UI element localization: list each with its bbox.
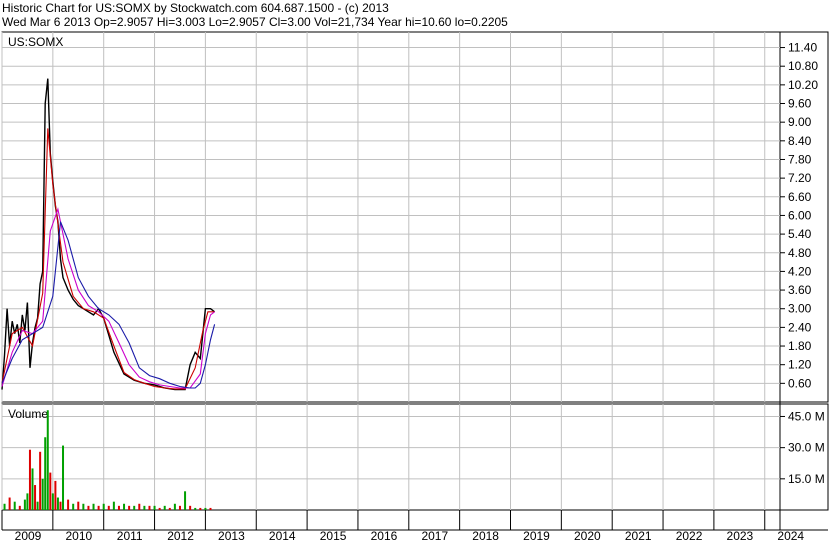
volume-bar (8, 497, 11, 510)
price-y-tick-label: 10.20 (788, 78, 818, 92)
x-tick-label: 2021 (625, 529, 652, 543)
volume-bar (173, 503, 176, 510)
volume-bar (56, 497, 59, 510)
volume-bar (34, 485, 37, 510)
volume-bar (62, 445, 65, 510)
price-y-tick-label: 7.20 (788, 171, 812, 185)
volume-bar (153, 505, 156, 510)
x-tick-label: 2015 (320, 529, 347, 543)
stock-chart-window: Historic Chart for US:SOMX by Stockwatch… (0, 0, 830, 543)
volume-bar (97, 505, 100, 510)
volume-bar (72, 503, 75, 510)
volume-bar (36, 501, 39, 510)
x-tick-label: 2020 (574, 529, 601, 543)
volume-y-tick-label: 15.0 M (788, 472, 825, 486)
volume-bar (148, 505, 151, 510)
x-tick-label: 2019 (523, 529, 550, 543)
price-panel-label: US:SOMX (8, 35, 63, 49)
volume-bar (123, 503, 126, 510)
x-tick-label: 2011 (117, 529, 143, 543)
price-y-tick-label: 3.60 (788, 283, 812, 297)
volume-bar (13, 501, 16, 510)
volume-bar (46, 410, 49, 510)
x-tick-label: 2018 (472, 529, 499, 543)
volume-bar (168, 507, 171, 510)
moving-average-long-line (1, 221, 216, 389)
volume-bar (92, 503, 95, 510)
price-y-tick-label: 9.00 (788, 115, 812, 129)
volume-bar (204, 507, 207, 510)
volume-bar (117, 505, 120, 510)
volume-bar (199, 507, 202, 510)
volume-bar (133, 505, 136, 510)
x-tick-label: 2013 (218, 529, 245, 543)
volume-bar (26, 493, 29, 510)
x-tick-label: 2023 (727, 529, 754, 543)
volume-panel-frame (1, 403, 829, 511)
x-tick-label: 2012 (167, 529, 194, 543)
volume-bar (163, 505, 166, 510)
volume-bar (18, 505, 21, 510)
volume-bar (102, 503, 105, 510)
price-y-tick-label: 4.80 (788, 246, 812, 260)
volume-bar (143, 505, 146, 510)
moving-average-short-line (1, 128, 215, 390)
volume-bar (49, 472, 52, 510)
price-y-tick-label: 1.80 (788, 339, 812, 353)
price-y-tick-label: 10.80 (788, 59, 818, 73)
x-tick-label: 2017 (421, 529, 448, 543)
chart-canvas: 2009 2010 2011 2012 2013 2014 2015 2016 2017 2018… (1, 31, 829, 543)
volume-bar (209, 507, 212, 510)
price-y-tick-label: 6.00 (788, 208, 812, 222)
volume-bar (44, 437, 47, 510)
volume-bar (59, 501, 62, 510)
volume-bar (23, 499, 26, 510)
x-tick-label: 2009 (15, 529, 42, 543)
volume-bar (194, 507, 197, 510)
price-y-tick-label: 9.60 (788, 97, 812, 111)
x-tick-label: 2022 (676, 529, 703, 543)
price-y-tick-label: 7.80 (788, 152, 812, 166)
volume-bar (87, 505, 90, 510)
x-tick-label: 2010 (65, 529, 92, 543)
volume-bar (3, 503, 6, 510)
volume-bar (178, 505, 181, 510)
volume-bar (77, 501, 80, 510)
volume-bar (82, 503, 85, 510)
volume-bar (39, 451, 42, 510)
x-tick-label: 2016 (371, 529, 398, 543)
volume-bar (28, 449, 31, 510)
x-tick-label: 2024 (777, 529, 804, 543)
volume-y-tick-label: 45.0 M (788, 409, 825, 423)
price-y-tick-label: 11.40 (788, 41, 817, 55)
volume-bar (107, 505, 110, 510)
price-y-tick-label: 0.60 (788, 376, 812, 390)
volume-bar (31, 468, 34, 510)
price-y-tick-label: 5.40 (788, 227, 812, 241)
volume-bar (41, 478, 44, 510)
price-y-tick-label: 8.40 (788, 134, 812, 148)
volume-panel-label: Volume (8, 407, 48, 421)
volume-bar (128, 505, 131, 510)
volume-bar (158, 507, 161, 510)
price-y-tick-label: 4.20 (788, 264, 812, 278)
volume-bar (54, 480, 57, 510)
volume-bar (112, 501, 115, 510)
x-tick-label: 2014 (269, 529, 296, 543)
price-y-tick-label: 2.40 (788, 320, 812, 334)
volume-bar (138, 503, 141, 510)
volume-bar (189, 505, 192, 510)
moving-average-mid-line (1, 207, 215, 389)
volume-bar (67, 499, 70, 510)
price-y-tick-label: 3.00 (788, 302, 812, 316)
volume-y-tick-label: 30.0 M (788, 441, 825, 455)
price-y-tick-label: 6.60 (788, 190, 812, 204)
price-y-tick-label: 1.20 (788, 358, 812, 372)
volume-bar (184, 491, 187, 510)
volume-bar (51, 493, 54, 510)
